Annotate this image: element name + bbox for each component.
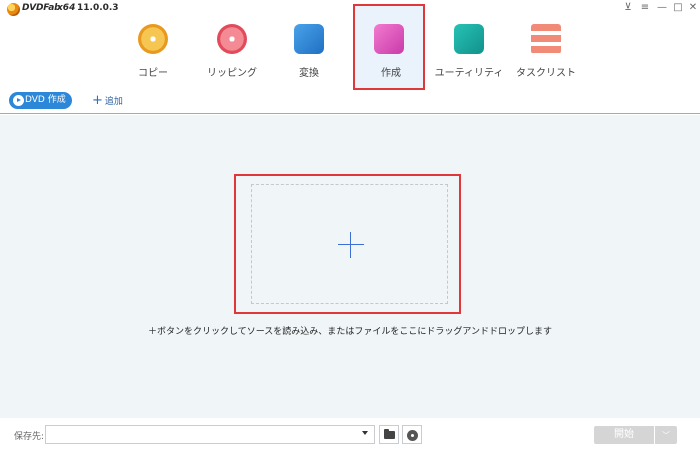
nav-item-task-list[interactable]: タスクリスト xyxy=(510,14,582,88)
copy-disc-icon xyxy=(138,24,168,54)
task-list-icon xyxy=(531,24,561,54)
minimize-icon[interactable]: — xyxy=(656,2,668,14)
output-path-input[interactable] xyxy=(45,425,375,444)
utility-folder-icon xyxy=(454,24,484,54)
add-source-button[interactable]: + 追加 xyxy=(92,93,123,110)
nav-item-utility[interactable]: ユーティリティ xyxy=(433,14,505,88)
bottom-bar: 保存先: 開始 ﹀ xyxy=(0,418,700,453)
play-circle-icon xyxy=(13,95,24,106)
nav-item-label: タスクリスト xyxy=(516,68,576,79)
path-dropdown-icon[interactable] xyxy=(362,431,368,435)
maximize-icon[interactable]: □ xyxy=(672,2,684,14)
ripper-disc-icon xyxy=(217,24,247,54)
drop-hint: ＋ボタンをクリックしてソースを読み込み、またはファイルをここにドラッグアンドドロ… xyxy=(148,327,552,337)
creator-icon xyxy=(374,24,404,54)
dvd-create-label: DVD 作成 xyxy=(25,95,66,105)
menu-icon[interactable]: ≡ xyxy=(639,2,651,14)
add-plus-icon[interactable] xyxy=(338,244,364,245)
nav-item-copy[interactable]: コピー xyxy=(117,14,189,88)
dvd-create-button[interactable]: DVD 作成 xyxy=(9,92,72,109)
app-name: DVDFab xyxy=(22,3,61,13)
toolbar: DVD 作成 + 追加 xyxy=(0,88,700,114)
nav-item-label: コピー xyxy=(138,68,168,79)
folder-icon xyxy=(384,429,395,439)
chevron-down-icon: ﹀ xyxy=(662,431,670,440)
save-to-label: 保存先: xyxy=(14,432,45,442)
add-plus-icon-vertical[interactable] xyxy=(350,232,351,258)
plus-icon: + xyxy=(92,93,103,108)
start-button[interactable]: 開始 xyxy=(594,426,654,444)
drop-zone[interactable] xyxy=(251,184,448,304)
nav-item-label: 作成 xyxy=(381,68,401,79)
add-label: 追加 xyxy=(104,97,123,107)
app-version: 11.0.0.3 xyxy=(77,3,119,13)
nav-item-converter[interactable]: 変換 xyxy=(273,14,345,88)
iso-disc-icon xyxy=(407,430,418,441)
title-bar: DVDFab x64 11.0.0.3 ⊻ ≡ — □ ✕ xyxy=(0,0,700,18)
iso-button[interactable] xyxy=(402,425,422,444)
start-options-button[interactable]: ﹀ xyxy=(655,426,677,444)
nav-item-label: 変換 xyxy=(299,68,319,79)
app-arch: x64 xyxy=(57,3,76,13)
nav-item-ripper[interactable]: リッピング xyxy=(196,14,268,88)
nav-item-creator[interactable]: 作成 xyxy=(353,4,425,90)
pin-icon[interactable]: ⊻ xyxy=(622,2,634,14)
nav-item-label: ユーティリティ xyxy=(434,68,504,79)
converter-film-icon xyxy=(294,24,324,54)
browse-folder-button[interactable] xyxy=(379,425,399,444)
drop-zone-highlight xyxy=(234,174,461,314)
workspace: ＋ボタンをクリックしてソースを読み込み、またはファイルをここにドラッグアンドドロ… xyxy=(0,115,700,418)
nav-item-label: リッピング xyxy=(207,68,257,79)
dvdfab-logo-icon xyxy=(7,3,20,16)
close-icon[interactable]: ✕ xyxy=(687,2,699,14)
